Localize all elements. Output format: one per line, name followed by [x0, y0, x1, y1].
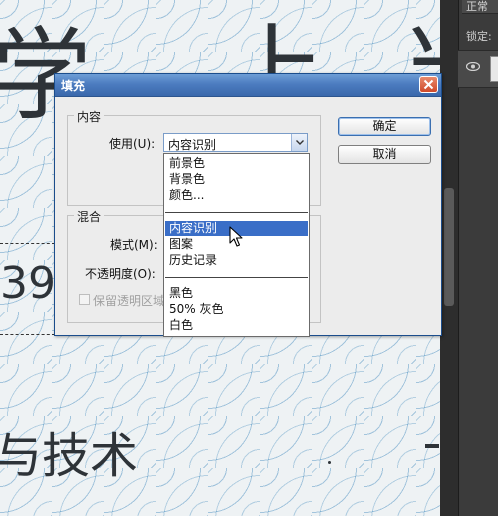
- scrollbar-thumb[interactable]: [444, 188, 454, 306]
- blend-group-label: 混合: [74, 208, 105, 225]
- lock-label: 锁定:: [466, 30, 492, 43]
- preserve-transparency-label: 保留透明区域: [93, 294, 166, 308]
- menu-item-50-gray[interactable]: 50% 灰色: [165, 302, 308, 317]
- menu-separator: [165, 277, 308, 278]
- preserve-transparency-checkbox[interactable]: [79, 294, 90, 305]
- menu-separator: [165, 212, 308, 213]
- mouse-cursor-icon: [229, 226, 243, 247]
- menu-item-black[interactable]: 黑色: [165, 286, 308, 301]
- opacity-label: 不透明度(O):: [85, 267, 156, 281]
- layer-thumbnail[interactable]: [490, 56, 498, 82]
- use-select[interactable]: 内容识别: [163, 133, 308, 152]
- dropdown-button[interactable]: [291, 134, 307, 151]
- cancel-button[interactable]: 取消: [338, 145, 431, 164]
- dialog-titlebar[interactable]: 填充: [55, 74, 441, 97]
- blend-mode-select[interactable]: 正常: [462, 0, 498, 14]
- mode-label: 模式(M):: [110, 238, 158, 252]
- use-select-value: 内容识别: [168, 138, 217, 152]
- dialog-title: 填充: [61, 79, 86, 93]
- menu-item-white[interactable]: 白色: [165, 318, 308, 333]
- canvas-mark: [328, 461, 331, 464]
- menu-item-history[interactable]: 历史记录: [165, 253, 308, 268]
- chevron-down-icon: [296, 140, 304, 145]
- menu-item-foreground[interactable]: 前景色: [165, 156, 308, 171]
- menu-item-background[interactable]: 背景色: [165, 172, 308, 187]
- menu-item-color[interactable]: 颜色...: [165, 188, 308, 203]
- ok-button[interactable]: 确定: [338, 117, 431, 136]
- content-group-label: 内容: [74, 108, 105, 125]
- use-label: 使用(U):: [109, 137, 156, 151]
- canvas-mark: [425, 444, 439, 448]
- canvas-text: 与技术: [0, 428, 139, 484]
- close-icon: [423, 79, 434, 90]
- canvas-text: 39: [0, 258, 56, 309]
- close-button[interactable]: [419, 76, 438, 93]
- eye-icon[interactable]: [466, 62, 480, 71]
